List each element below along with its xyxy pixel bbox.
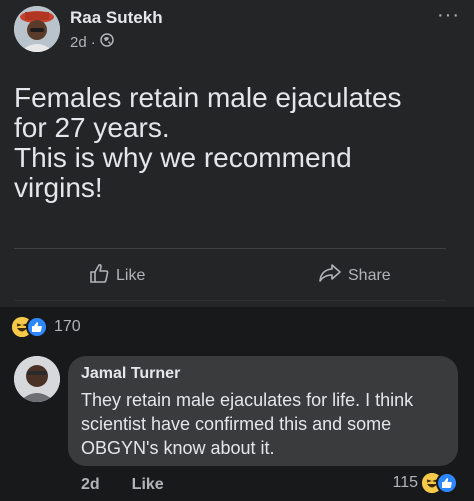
globe-icon — [99, 33, 114, 51]
commenter-avatar[interactable] — [14, 356, 60, 402]
post-card: Raa Sutekh 2d · ··· Females retain male … — [0, 0, 474, 307]
like-button[interactable]: Like — [88, 262, 145, 289]
reaction-count: 170 — [54, 318, 81, 335]
comment-like-button[interactable]: Like — [132, 476, 164, 494]
share-label: Share — [348, 266, 391, 284]
post-reactions[interactable]: 170 — [12, 316, 81, 338]
like-reaction-icon — [26, 316, 48, 338]
more-options-icon[interactable]: ··· — [437, 4, 460, 27]
share-arrow-icon — [318, 262, 342, 289]
like-reaction-icon — [436, 472, 458, 494]
post-text-line: virgins! — [14, 172, 103, 203]
like-label: Like — [116, 266, 146, 284]
comment-reactions[interactable]: 115 — [392, 472, 458, 494]
post-author-name[interactable]: Raa Sutekh — [70, 8, 163, 28]
meta-separator: · — [90, 33, 96, 51]
post-text-line: for 27 years. — [14, 112, 170, 143]
comment-actions: 2d Like — [81, 476, 164, 494]
commenter-name[interactable]: Jamal Turner — [81, 365, 180, 383]
comment-time[interactable]: 2d — [81, 476, 100, 494]
post-text-line: This is why we recommend — [14, 142, 352, 173]
thumbs-up-icon — [88, 262, 110, 289]
action-bar-divider — [14, 300, 446, 301]
post-text: Females retain male ejaculates for 27 ye… — [14, 83, 459, 203]
post-time[interactable]: 2d — [70, 34, 87, 51]
comment-text: They retain male ejaculates for life. I … — [81, 390, 414, 458]
author-avatar[interactable] — [14, 6, 60, 52]
post-divider — [14, 248, 446, 249]
comment-reaction-count: 115 — [392, 474, 418, 491]
post-text-line: Females retain male ejaculates — [14, 82, 402, 113]
share-button[interactable]: Share — [318, 262, 391, 289]
post-meta: 2d · — [70, 33, 114, 51]
